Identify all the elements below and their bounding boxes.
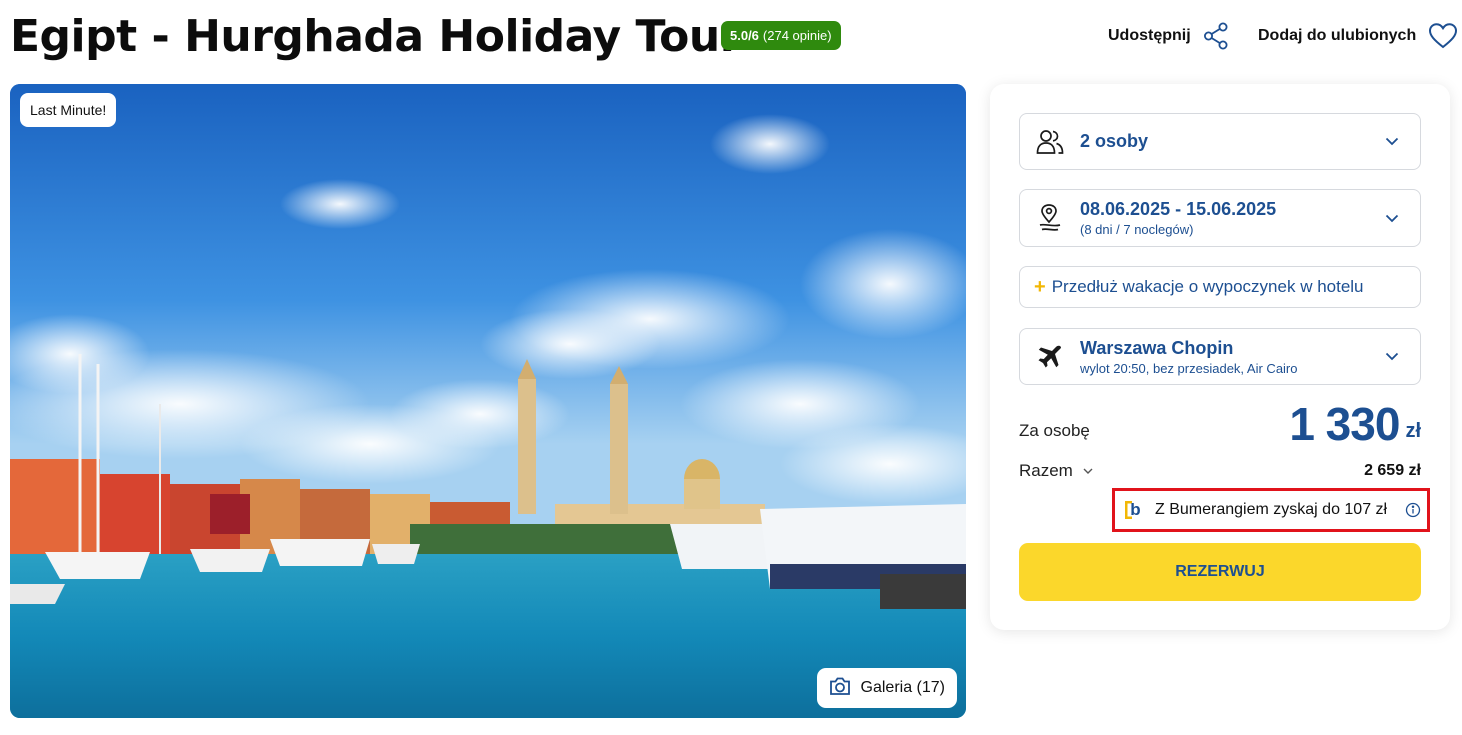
heart-icon [1428, 22, 1458, 50]
bumerang-text: Z Bumerangiem zyskaj do 107 zł [1155, 501, 1388, 518]
gallery-button[interactable]: Galeria (17) [816, 668, 957, 708]
dates-duration: (8 dni / 7 noclegów) [1080, 222, 1194, 237]
bumerang-promo: b Z Bumerangiem zyskaj do 107 zł [1112, 488, 1430, 532]
location-calendar-icon [1020, 204, 1080, 232]
bumerang-logo: b [1121, 498, 1145, 522]
chevron-down-icon [1364, 352, 1420, 361]
rating-badge[interactable]: 5.0/6 (274 opinie) [721, 21, 841, 50]
last-minute-badge: Last Minute! [20, 93, 117, 127]
price-total: Razem 2 659 zł [1019, 459, 1421, 483]
rating-count: (274 opinie) [762, 28, 832, 43]
per-person-amount: 1 330 [1289, 398, 1400, 450]
harbour-photo [10, 84, 966, 718]
dates-select[interactable]: 08.06.2025 - 15.06.2025 (8 dni / 7 nocle… [1019, 189, 1421, 247]
booking-panel: 2 osoby 08.06.2025 - 15.06.2025 (8 dni /… [990, 84, 1450, 630]
persons-value: 2 osoby [1080, 131, 1149, 151]
favorite-label: Dodaj do ulubionych [1258, 27, 1417, 44]
extend-stay-button[interactable]: + Przedłuż wakacje o wypoczynek w hotelu [1019, 266, 1421, 308]
persons-select[interactable]: 2 osoby [1019, 113, 1421, 170]
price-per-person: Za osobę 1 330 zł [1019, 399, 1421, 449]
total-label: Razem [1019, 461, 1073, 480]
bumerang-logo-letter: b [1130, 500, 1141, 519]
chevron-down-icon [1364, 214, 1420, 223]
per-person-label: Za osobę [1019, 421, 1090, 440]
flight-details: wylot 20:50, bez przesiadek, Air Cairo [1080, 360, 1298, 376]
users-icon [1020, 129, 1080, 155]
chevron-down-icon [1364, 137, 1420, 146]
total-value: 2 659 zł [1364, 462, 1421, 479]
total-toggle[interactable]: Razem [1019, 461, 1093, 481]
info-icon[interactable] [1405, 502, 1421, 518]
extend-stay-label: Przedłuż wakacje o wypoczynek w hotelu [1051, 277, 1364, 296]
camera-icon [829, 676, 851, 701]
departure-airport: Warszawa Chopin [1080, 337, 1234, 358]
share-icon [1203, 22, 1229, 50]
share-button[interactable]: Udostępnij [1108, 20, 1229, 52]
add-to-favorites-button[interactable]: Dodaj do ulubionych [1258, 20, 1458, 52]
rating-score: 5.0/6 [730, 28, 759, 43]
hero-image[interactable]: Last Minute! Galeria (17) [10, 84, 966, 718]
plus-icon: + [1034, 275, 1046, 298]
dates-value: 08.06.2025 - 15.06.2025 [1080, 199, 1277, 219]
gallery-label: Galeria (17) [860, 679, 945, 696]
share-label: Udostępnij [1108, 27, 1191, 44]
currency-label: zł [1405, 420, 1421, 442]
plane-icon [1020, 343, 1080, 371]
reserve-button[interactable]: REZERWUJ [1019, 543, 1421, 601]
flight-select[interactable]: Warszawa Chopin wylot 20:50, bez przesia… [1019, 328, 1421, 385]
chevron-down-icon [1083, 468, 1093, 474]
page-title: Egipt - Hurghada Holiday Tour [10, 11, 741, 62]
